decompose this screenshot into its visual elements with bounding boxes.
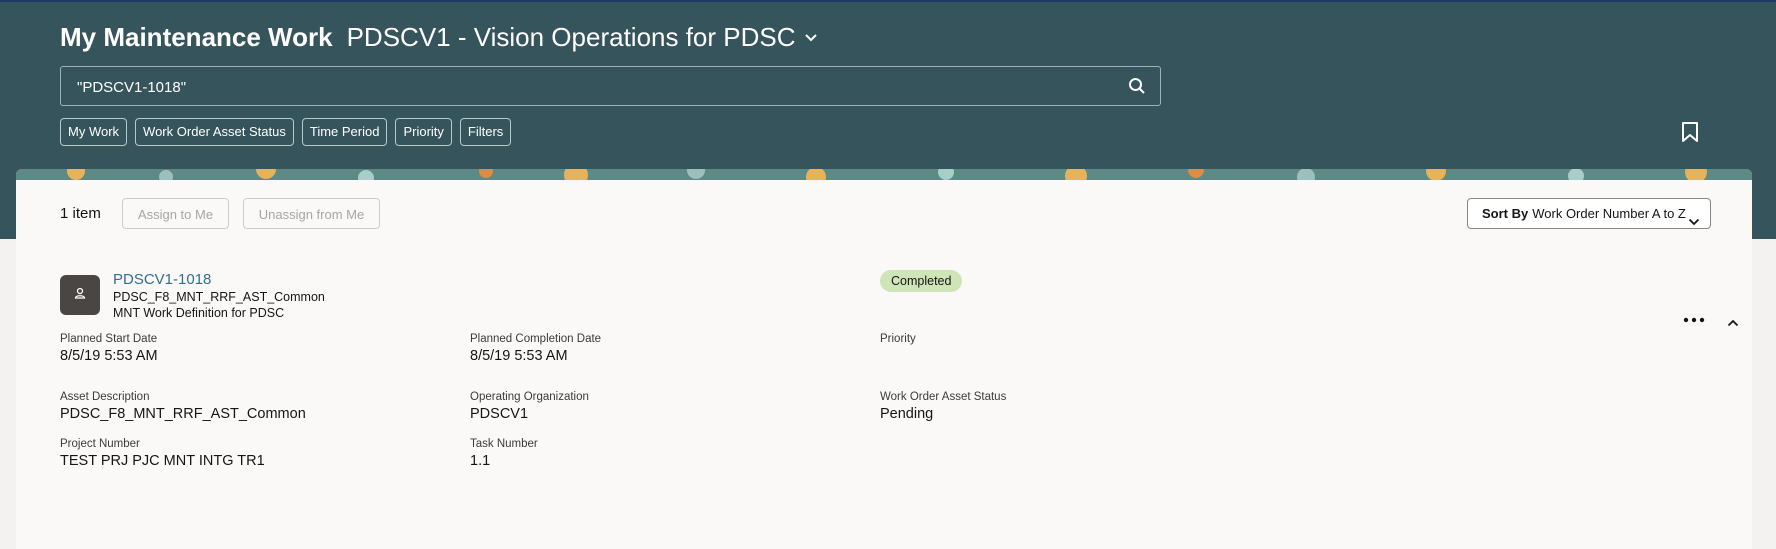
- status-badge: Completed: [880, 270, 963, 292]
- field-value: 8/5/19 5:53 AM: [470, 348, 568, 364]
- sort-by-label: Sort By: [1482, 206, 1529, 221]
- asset-status-field: Work Order Asset Status Pending: [880, 391, 1006, 422]
- results-panel: 1 item Assign to Me Unassign from Me Sor…: [16, 169, 1752, 549]
- work-order-link[interactable]: PDSCV1-1018: [113, 271, 211, 288]
- field-value: PDSC_F8_MNT_RRF_AST_Common: [60, 406, 306, 422]
- field-value: 1.1: [470, 453, 491, 469]
- planned-completion-field: Planned Completion Date 8/5/19 5:53 AM: [470, 333, 601, 364]
- bookmark-icon[interactable]: [1681, 121, 1699, 148]
- field-label: Asset Description: [60, 391, 150, 403]
- chevron-up-icon[interactable]: [1727, 314, 1739, 332]
- sort-value: Work Order Number A to Z: [1532, 206, 1686, 221]
- field-label: Planned Start Date: [60, 333, 158, 345]
- field-label: Operating Organization: [470, 391, 589, 403]
- chip-priority[interactable]: Priority: [395, 118, 452, 146]
- chip-filters[interactable]: Filters: [459, 118, 512, 146]
- task-number-field: Task Number 1.1: [470, 438, 538, 469]
- chevron-down-icon[interactable]: [804, 33, 818, 43]
- work-order-asset: PDSC_F8_MNT_RRF_AST_Common: [113, 290, 325, 304]
- more-icon[interactable]: [1683, 310, 1705, 328]
- field-value: Pending: [880, 406, 934, 422]
- chip-time-period[interactable]: Time Period: [301, 118, 388, 146]
- planned-start-field: Planned Start Date 8/5/19 5:53 AM: [60, 333, 158, 364]
- asset-description-field: Asset Description PDSC_F8_MNT_RRF_AST_Co…: [60, 391, 306, 422]
- chip-work-order-asset-status[interactable]: Work Order Asset Status: [135, 118, 294, 146]
- field-value: TEST PRJ PJC MNT INTG TR1: [60, 453, 265, 469]
- work-order-definition: MNT Work Definition for PDSC: [113, 306, 285, 320]
- field-value: PDSCV1: [470, 406, 529, 422]
- person-icon: [74, 286, 86, 304]
- field-value: 8/5/19 5:53 AM: [60, 348, 158, 364]
- organization-selector[interactable]: PDSCV1 - Vision Operations for PDSC: [347, 22, 796, 53]
- title-row: My Maintenance Work PDSCV1 - Vision Oper…: [60, 22, 818, 53]
- chip-my-work[interactable]: My Work: [60, 118, 128, 146]
- search-input[interactable]: [75, 67, 1079, 107]
- unassign-from-me-button[interactable]: Unassign from Me: [243, 198, 380, 229]
- avatar: [60, 275, 100, 315]
- item-count: 1 item: [60, 205, 101, 222]
- field-label: Work Order Asset Status: [880, 391, 1007, 403]
- operating-organization-field: Operating Organization PDSCV1: [470, 391, 589, 422]
- field-label: Project Number: [60, 438, 140, 450]
- search-icon[interactable]: [1128, 77, 1146, 100]
- search-field[interactable]: [60, 66, 1161, 107]
- sort-dropdown[interactable]: Sort By Work Order Number A to Z: [1467, 198, 1711, 229]
- field-label: Priority: [880, 333, 916, 345]
- project-number-field: Project Number TEST PRJ PJC MNT INTG TR1: [60, 438, 265, 469]
- assign-to-me-button[interactable]: Assign to Me: [122, 198, 229, 229]
- filter-chips: My Work Work Order Asset Status Time Per…: [60, 118, 512, 146]
- decorative-banner: [16, 169, 1752, 180]
- chevron-down-icon: [1688, 208, 1700, 237]
- field-label: Planned Completion Date: [470, 333, 602, 345]
- priority-field: Priority: [880, 333, 916, 348]
- field-label: Task Number: [470, 438, 538, 450]
- page-title: My Maintenance Work: [60, 22, 333, 52]
